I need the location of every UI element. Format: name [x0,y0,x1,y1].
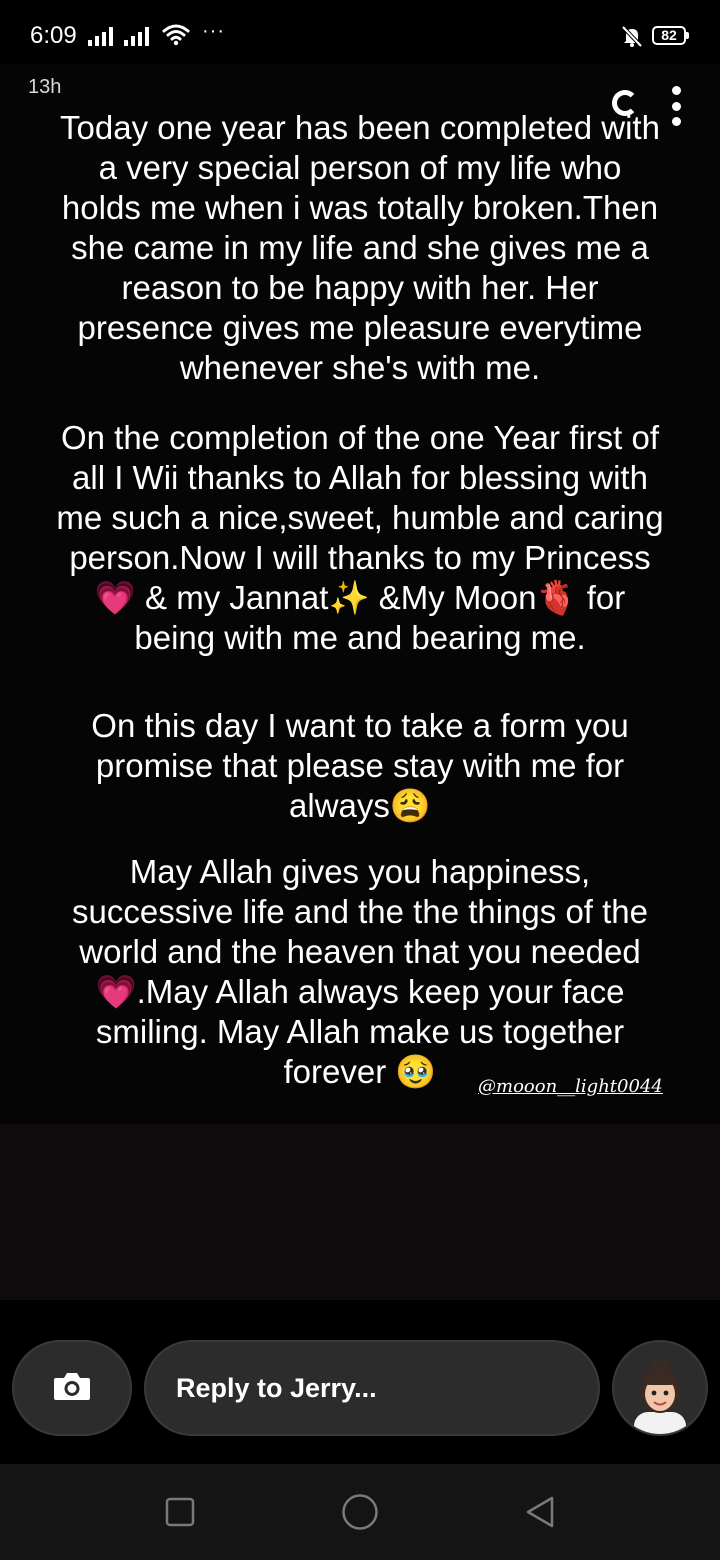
story-paragraph: Today one year has been completed with a… [60,109,660,386]
camera-button[interactable] [12,1340,132,1436]
home-button[interactable] [336,1488,384,1536]
reply-placeholder: Reply to Jerry... [176,1373,377,1403]
square-icon [165,1497,195,1527]
wifi-icon [162,22,190,51]
signal-icon [124,26,149,46]
avatar[interactable] [612,1340,708,1436]
back-triangle-icon [526,1496,554,1528]
story-view[interactable]: 13h Today one year has been completed wi… [0,64,720,1300]
signal-icon [88,26,113,46]
do-not-disturb-icon [620,24,644,53]
reply-input[interactable]: Reply to Jerry... [144,1340,600,1436]
back-button[interactable] [516,1488,564,1536]
more-notifications-indicator: ··· [202,20,225,42]
reply-bar: Reply to Jerry... [0,1300,720,1464]
story-timestamp: 13h [28,76,62,98]
story-watermark: @mooon__light0044 [478,1076,663,1097]
circle-icon [342,1494,378,1530]
status-bar: 6:09 ··· 82 [0,0,720,64]
camera-icon [52,1370,92,1407]
story-paragraph: On the completion of the one Year first … [56,419,664,656]
story-paragraph: On this day I want to take a form you pr… [91,707,629,824]
recent-apps-button[interactable] [156,1488,204,1536]
story-paragraph: May Allah gives you happiness, successiv… [71,853,649,1090]
navigation-bar [0,1464,720,1560]
status-time: 6:09 [30,22,77,49]
battery-icon: 82 [652,26,689,45]
story-lower-background [0,1124,720,1300]
